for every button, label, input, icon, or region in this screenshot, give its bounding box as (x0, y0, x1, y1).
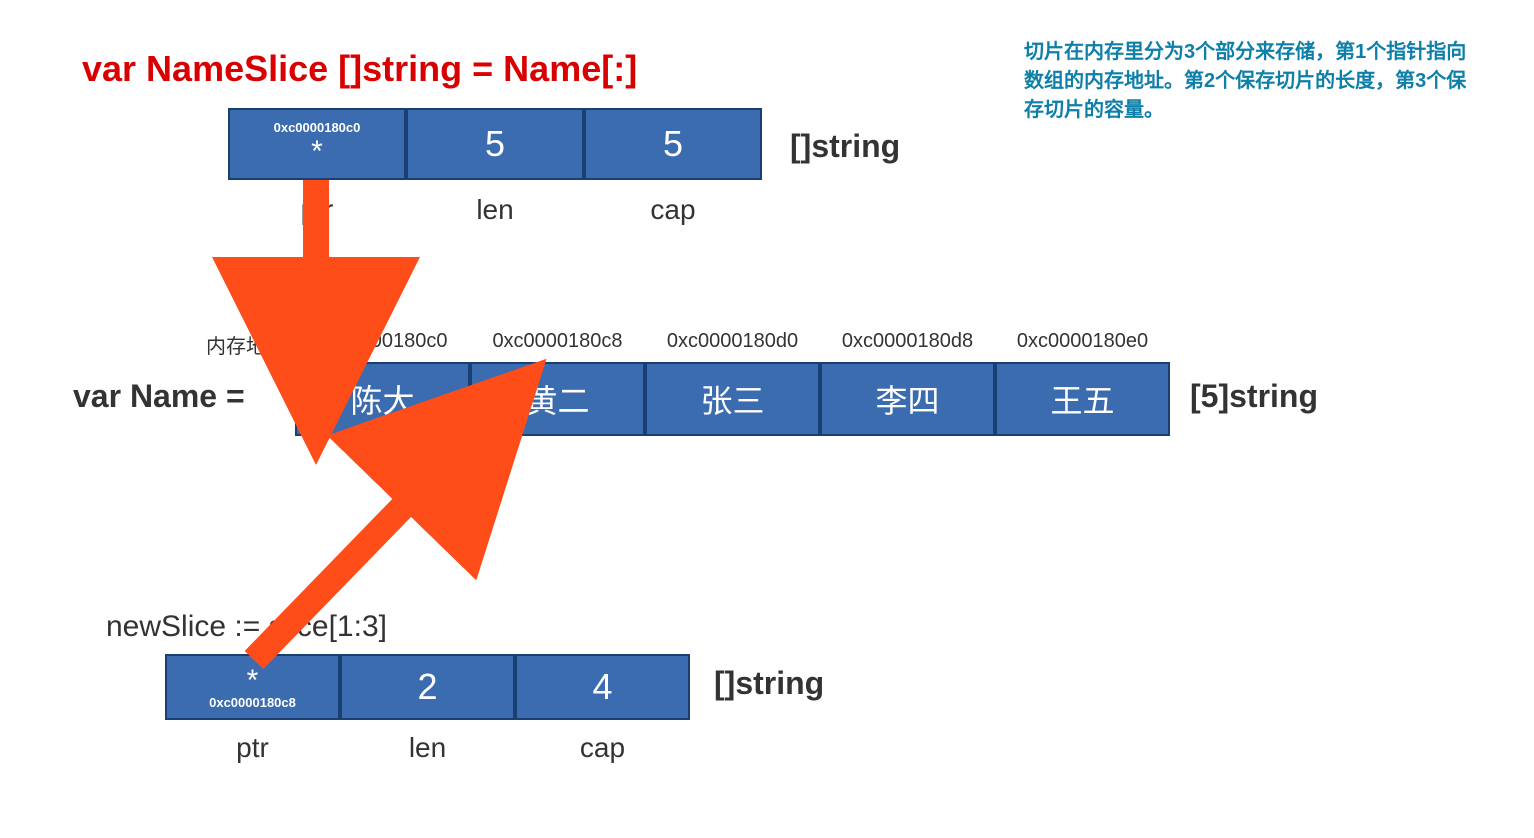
slice1-type: []string (790, 128, 900, 165)
array-type: [5]string (1190, 378, 1318, 415)
slice1-ptr-addr: 0xc0000180c0 (274, 121, 361, 135)
slice1-cap-label: cap (584, 194, 762, 226)
array-addr-0: 0xc0000180c0 (295, 330, 470, 353)
subslice-ptr-addr: 0xc0000180c8 (209, 696, 296, 710)
array-addr-4: 0xc0000180e0 (995, 330, 1170, 353)
array-cell-2: 张三 (645, 362, 820, 436)
slice-declaration-title: var NameSlice []string = Name[:] (82, 48, 637, 90)
array-cell-0: 陈大 (295, 362, 470, 436)
slice1-labels: ptr len cap (228, 194, 762, 226)
subslice-len-cell: 2 (340, 654, 515, 720)
slice1-ptr-cell: 0xc0000180c0 * (228, 108, 406, 180)
array-addr-3: 0xc0000180d8 (820, 330, 995, 353)
array-mem-label: 内存地址: (206, 330, 292, 359)
subslice-ptr-symbol: * (247, 666, 259, 696)
explanation-note: 切片在内存里分为3个部分来存储，第1个指针指向数组的内存地址。第2个保存切片的长… (1024, 38, 1474, 125)
array-cell-1: 黄二 (470, 362, 645, 436)
slice1-ptr-label: ptr (228, 194, 406, 226)
subslice-len-label: len (340, 732, 515, 764)
array-cell-3: 李四 (820, 362, 995, 436)
subslice-ptr-cell: * 0xc0000180c8 (165, 654, 340, 720)
subslice-declaration: newSlice := slice[1:3] (106, 610, 387, 644)
slice1-len-label: len (406, 194, 584, 226)
slice1-cap-cell: 5 (584, 108, 762, 180)
subslice-header: * 0xc0000180c8 2 4 (165, 654, 690, 720)
array-cells: 陈大 黄二 张三 李四 王五 (295, 362, 1170, 436)
slice1-ptr-symbol: * (311, 137, 323, 167)
subslice-cap-cell: 4 (515, 654, 690, 720)
array-addresses: 0xc0000180c0 0xc0000180c8 0xc0000180d0 0… (295, 330, 1170, 353)
subslice-ptr-label: ptr (165, 732, 340, 764)
array-addr-2: 0xc0000180d0 (645, 330, 820, 353)
subslice-type: []string (714, 665, 824, 702)
array-declaration: var Name = (73, 378, 245, 415)
subslice-cap-label: cap (515, 732, 690, 764)
slice1-header: 0xc0000180c0 * 5 5 (228, 108, 762, 180)
slice1-len-cell: 5 (406, 108, 584, 180)
array-cell-4: 王五 (995, 362, 1170, 436)
subslice-labels: ptr len cap (165, 732, 690, 764)
array-addr-1: 0xc0000180c8 (470, 330, 645, 353)
